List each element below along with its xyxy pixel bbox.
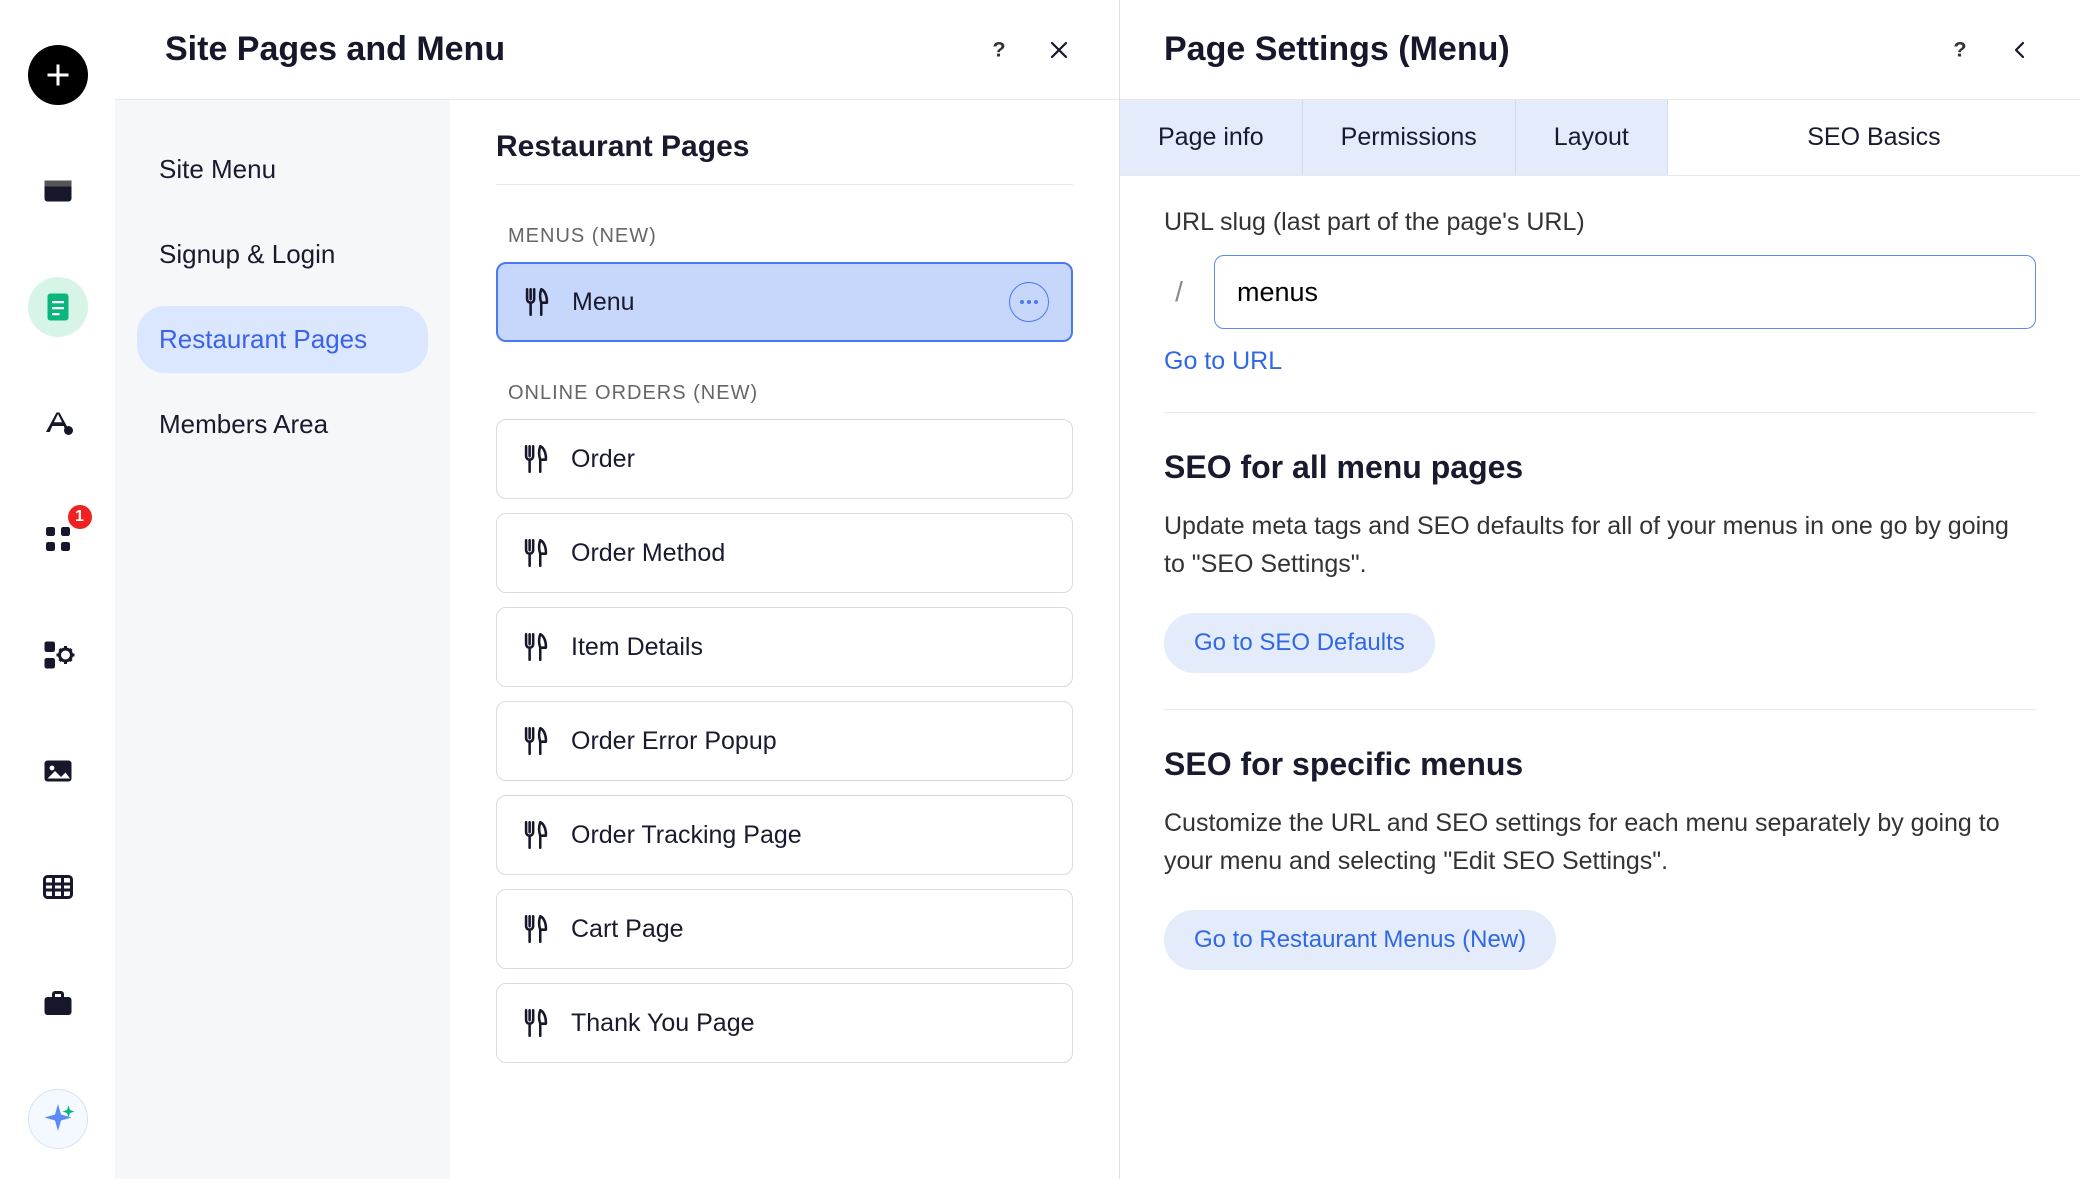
divider <box>1164 709 2036 710</box>
restaurant-icon <box>519 1006 553 1040</box>
panel1-title: Site Pages and Menu <box>165 30 505 69</box>
nav-restaurant-pages[interactable]: Restaurant Pages <box>137 306 428 373</box>
page-item-label: Thank You Page <box>571 1009 755 1038</box>
restaurant-icon <box>519 536 553 570</box>
page-item-item-details[interactable]: Item Details <box>496 607 1073 687</box>
table-icon[interactable] <box>28 857 88 917</box>
pages-nav: Site Menu Signup & Login Restaurant Page… <box>115 100 450 1179</box>
add-icon[interactable] <box>28 45 88 105</box>
page-item-order-method[interactable]: Order Method <box>496 513 1073 593</box>
restaurant-icon <box>519 442 553 476</box>
help-icon[interactable] <box>1940 30 1980 70</box>
go-to-seo-defaults-button[interactable]: Go to SEO Defaults <box>1164 613 1435 673</box>
pages-list-title: Restaurant Pages <box>496 130 1073 185</box>
seo-specific-title: SEO for specific menus <box>1164 746 2036 783</box>
nav-signup-login[interactable]: Signup & Login <box>137 221 428 288</box>
page-item-order-tracking[interactable]: Order Tracking Page <box>496 795 1073 875</box>
restaurant-icon <box>519 912 553 946</box>
tab-seo-basics[interactable]: SEO Basics <box>1668 100 2080 175</box>
help-icon[interactable] <box>979 30 1019 70</box>
design-icon[interactable] <box>28 393 88 453</box>
left-icon-rail: 1 <box>0 0 115 1179</box>
site-pages-panel: Site Pages and Menu Site Menu Signup & L… <box>115 0 1120 1179</box>
apps-badge: 1 <box>68 505 92 529</box>
page-item-label: Order Error Popup <box>571 727 777 756</box>
slug-input[interactable] <box>1214 255 2036 329</box>
more-icon[interactable] <box>1009 282 1049 322</box>
divider <box>1164 412 2036 413</box>
seo-specific-body: Customize the URL and SEO settings for e… <box>1164 805 2036 880</box>
close-icon[interactable] <box>1039 30 1079 70</box>
apps-icon[interactable]: 1 <box>28 509 88 569</box>
go-to-url-link[interactable]: Go to URL <box>1164 347 1282 375</box>
slug-slash: / <box>1164 276 1194 308</box>
business-icon[interactable] <box>28 973 88 1033</box>
page-item-label: Order Method <box>571 539 725 568</box>
seo-all-body: Update meta tags and SEO defaults for al… <box>1164 508 2036 583</box>
restaurant-icon <box>519 724 553 758</box>
page-item-order-error-popup[interactable]: Order Error Popup <box>496 701 1073 781</box>
tab-page-info[interactable]: Page info <box>1120 100 1303 175</box>
page-item-label: Item Details <box>571 633 703 662</box>
page-item-label: Order Tracking Page <box>571 821 802 850</box>
seo-all-title: SEO for all menu pages <box>1164 449 2036 486</box>
tab-permissions[interactable]: Permissions <box>1303 100 1516 175</box>
slug-label: URL slug (last part of the page's URL) <box>1164 208 2036 237</box>
group-menus-label: MENUS (NEW) <box>496 225 1073 248</box>
tab-layout[interactable]: Layout <box>1516 100 1668 175</box>
page-item-label: Cart Page <box>571 915 684 944</box>
page-item-menu[interactable]: Menu <box>496 262 1073 342</box>
settings-blocks-icon[interactable] <box>28 625 88 685</box>
document-icon[interactable] <box>28 277 88 337</box>
page-settings-panel: Page Settings (Menu) Page info Permissio… <box>1120 0 2080 1179</box>
ai-sparkle-icon[interactable] <box>28 1089 88 1149</box>
page-item-cart-page[interactable]: Cart Page <box>496 889 1073 969</box>
page-item-label: Order <box>571 445 635 474</box>
panel2-title: Page Settings (Menu) <box>1164 30 1510 69</box>
back-icon[interactable] <box>2000 30 2040 70</box>
page-item-order[interactable]: Order <box>496 419 1073 499</box>
page-item-label: Menu <box>572 288 635 317</box>
go-to-restaurant-menus-button[interactable]: Go to Restaurant Menus (New) <box>1164 910 1556 970</box>
page-item-thank-you[interactable]: Thank You Page <box>496 983 1073 1063</box>
restaurant-icon <box>520 285 554 319</box>
nav-members-area[interactable]: Members Area <box>137 391 428 458</box>
restaurant-icon <box>519 818 553 852</box>
nav-site-menu[interactable]: Site Menu <box>137 136 428 203</box>
media-icon[interactable] <box>28 741 88 801</box>
pages-list: Restaurant Pages MENUS (NEW) Menu ONLINE… <box>450 100 1119 1179</box>
settings-tabs: Page info Permissions Layout SEO Basics <box>1120 100 2080 176</box>
pages-icon[interactable] <box>28 161 88 221</box>
restaurant-icon <box>519 630 553 664</box>
group-orders-label: ONLINE ORDERS (NEW) <box>496 382 1073 405</box>
